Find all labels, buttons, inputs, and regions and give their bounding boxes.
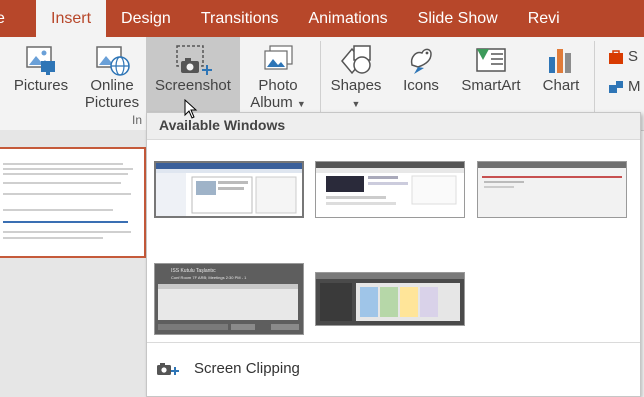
shapes-button[interactable]: Shapes ▼ <box>324 37 388 122</box>
ribbon-group-label: In <box>132 113 143 127</box>
icons-icon <box>404 43 438 81</box>
online-pictures-button[interactable]: Online Pictures <box>80 37 144 122</box>
window-thumbnail-2[interactable] <box>315 161 465 218</box>
chevron-down-icon: ▼ <box>296 99 306 109</box>
photo-album-button[interactable]: Photo Album ▼ <box>244 37 312 122</box>
screenshot-label: Screenshot <box>155 77 231 94</box>
smartart-icon <box>473 43 509 81</box>
ribbon-separator <box>320 41 321 121</box>
tab-insert[interactable]: Insert <box>36 0 107 37</box>
window-thumbnail-4[interactable]: ISS Kutulu Taşlantıc Conf Room 7F ARB; M… <box>154 263 304 335</box>
tab-file[interactable]: e <box>0 0 36 37</box>
tab-transitions[interactable]: Transitions <box>186 0 294 37</box>
slide-heading-line <box>3 221 128 223</box>
window-thumbnail-1[interactable] <box>154 161 304 218</box>
chevron-down-icon: ▼ <box>351 99 361 109</box>
mouse-pointer-icon <box>184 98 198 124</box>
ribbon-separator <box>594 41 595 121</box>
store-icon <box>608 49 624 69</box>
screen-clipping-icon <box>155 359 179 384</box>
online-pictures-label: Online Pictures <box>84 77 140 111</box>
slide-text-line <box>3 168 133 170</box>
window-preview-image <box>478 162 626 217</box>
window-4-title: ISS Kutulu Taşlantıc <box>171 268 216 274</box>
photo-album-label: Photo Album ▼ <box>250 77 306 111</box>
slide-text-line <box>3 237 103 239</box>
screenshot-icon <box>171 43 215 81</box>
window-4-subtitle: Conf Room 7F ARB; Meetings 2:30 PM - 1 <box>171 275 247 280</box>
slide-text-line <box>3 209 113 211</box>
icons-button[interactable]: Icons <box>392 37 450 122</box>
chart-label: Chart <box>542 77 580 94</box>
online-pictures-icon <box>94 43 130 81</box>
available-windows-header: Available Windows <box>147 113 640 140</box>
store-button[interactable]: S M <box>600 37 644 122</box>
slide-thumbnail-pane <box>0 130 146 397</box>
shapes-icon <box>338 43 374 81</box>
screenshot-dropdown: Available Windows ISS Kutulu Taşlantıc C… <box>146 112 641 397</box>
window-thumbnail-3[interactable] <box>477 161 627 218</box>
window-preview-image <box>156 163 302 216</box>
tab-review[interactable]: Revi <box>513 0 575 37</box>
slide-thumbnail[interactable] <box>0 147 146 258</box>
slide-text-line <box>3 231 131 233</box>
tab-slide-show[interactable]: Slide Show <box>403 0 513 37</box>
window-preview-image <box>316 162 464 205</box>
window-thumbnail-5[interactable] <box>315 272 465 326</box>
screen-clipping-item[interactable]: Screen Clipping <box>147 349 640 389</box>
tab-design[interactable]: Design <box>106 0 186 37</box>
photo-album-icon <box>260 43 296 81</box>
slide-text-line <box>3 182 121 184</box>
smartart-button[interactable]: SmartArt <box>452 37 530 122</box>
slide-text-line <box>3 163 123 165</box>
slide-text-line <box>3 193 131 195</box>
chart-button[interactable]: Chart <box>532 37 590 122</box>
tab-animations[interactable]: Animations <box>293 0 402 37</box>
pictures-label: Pictures <box>13 77 69 94</box>
slide-text-line <box>3 173 128 175</box>
dropdown-separator <box>147 342 640 343</box>
ribbon-tab-bar: e Insert Design Transitions Animations S… <box>0 0 644 37</box>
window-preview-image <box>316 273 464 325</box>
my-addins-icon <box>608 79 624 99</box>
icons-label: Icons <box>403 77 439 94</box>
pictures-icon <box>24 43 58 81</box>
screen-clipping-label: Screen Clipping <box>194 360 300 377</box>
smartart-label: SmartArt <box>461 77 521 94</box>
pictures-button[interactable]: Pictures <box>5 37 77 122</box>
chart-icon <box>544 43 578 81</box>
shapes-label: Shapes ▼ <box>330 77 382 109</box>
